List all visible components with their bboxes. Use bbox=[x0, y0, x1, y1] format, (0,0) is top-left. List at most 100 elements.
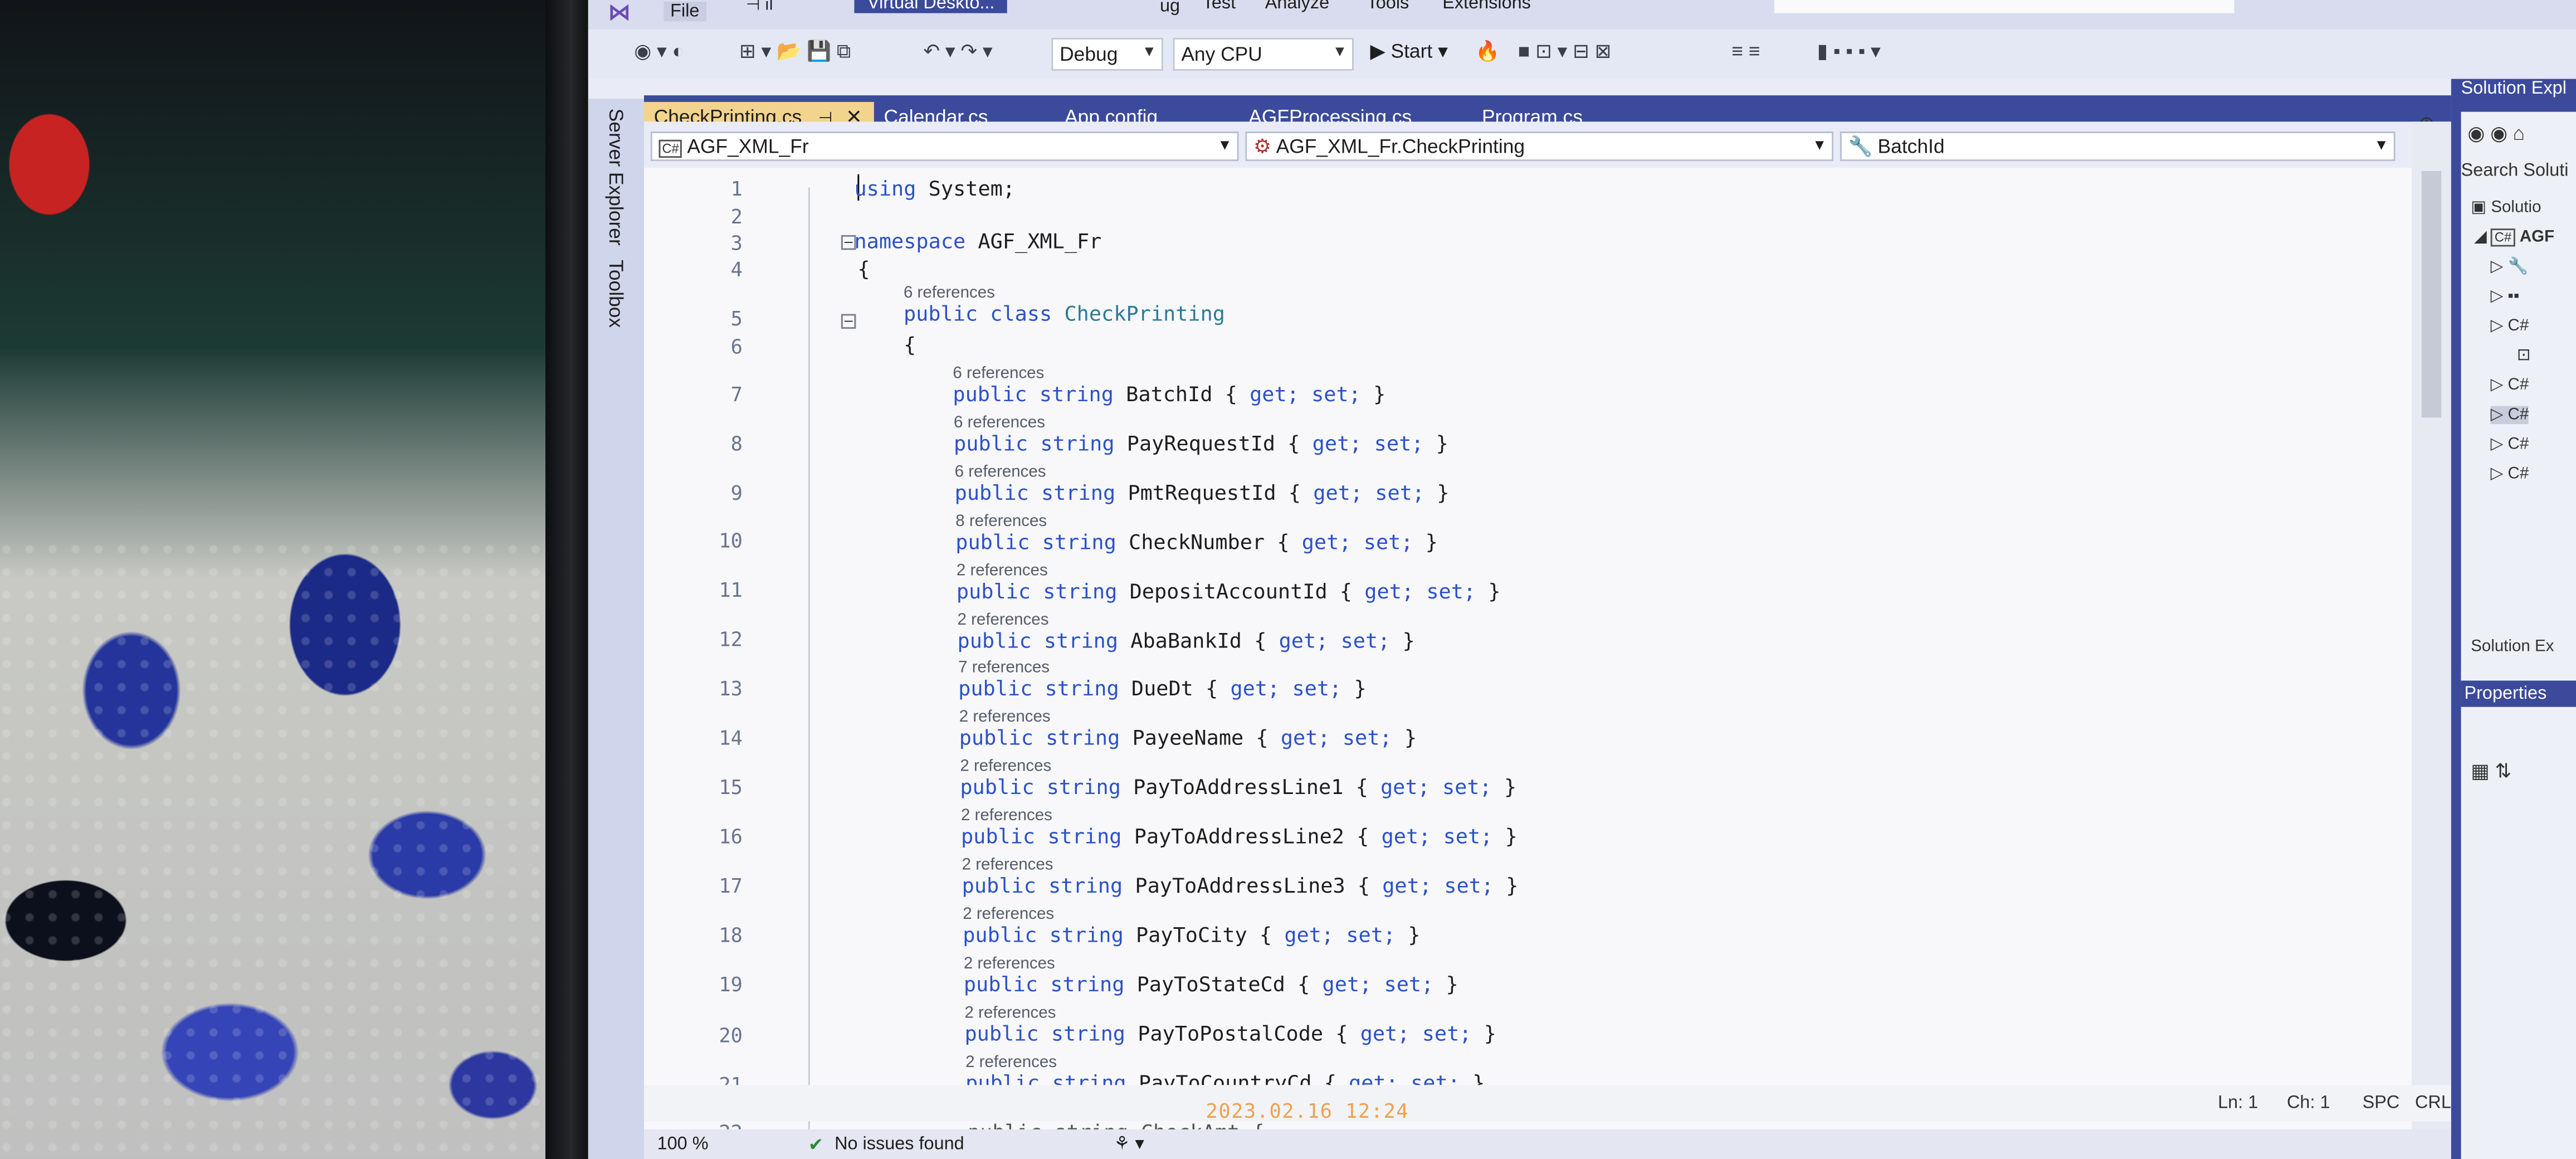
property-references[interactable]: 2 references bbox=[957, 562, 1048, 580]
solution-search-input[interactable]: Search Soluti bbox=[2461, 161, 2569, 181]
issues-status[interactable]: No issues found bbox=[835, 1134, 964, 1154]
line-number: 9 bbox=[730, 481, 743, 505]
spacing-indicator[interactable]: SPC bbox=[2363, 1093, 2400, 1113]
class-references[interactable]: 6 references bbox=[904, 284, 995, 302]
property-references[interactable]: 6 references bbox=[955, 463, 1046, 481]
tree-node-file[interactable]: ▷ C# bbox=[2490, 406, 2529, 425]
project-dropdown[interactable]: C# AGF_XML_Fr ▼ bbox=[650, 132, 1239, 162]
property-declaration: public string PayToStateCd { get; set; } bbox=[963, 971, 1458, 996]
wrench-icon: 🔧 bbox=[1848, 134, 1873, 158]
property-references[interactable]: 2 references bbox=[965, 1053, 1057, 1071]
menu-tools[interactable]: Tools bbox=[1367, 0, 1409, 13]
property-references[interactable]: 2 references bbox=[960, 758, 1051, 776]
property-references[interactable]: 7 references bbox=[958, 660, 1050, 678]
line-number: 7 bbox=[730, 383, 743, 406]
visual-studio-logo-icon: ⋈ bbox=[608, 0, 631, 27]
line-number: 12 bbox=[719, 628, 743, 651]
member-dropdown[interactable]: 🔧 BatchId ▼ bbox=[1840, 132, 2396, 162]
property-references[interactable]: 2 references bbox=[962, 856, 1053, 874]
toolbox-icon[interactable]: ■ ⊡ ▾ ⊟ ⊠ bbox=[1518, 40, 1611, 62]
line-number: 20 bbox=[719, 1024, 743, 1048]
categorized-icon[interactable]: ▦ ⇅ bbox=[2471, 759, 2511, 782]
class-icon: ⚙ bbox=[1253, 134, 1271, 158]
project-node[interactable]: ◢ C# AGF bbox=[2474, 228, 2554, 247]
property-declaration: public string PayToAddressLine1 { get; s… bbox=[960, 775, 1517, 800]
property-declaration: public string DueDt { get; set; } bbox=[958, 676, 1367, 702]
property-references[interactable]: 8 references bbox=[955, 513, 1047, 530]
attach-icon[interactable]: 🔥 bbox=[1475, 40, 1500, 62]
navigation-bar: C# AGF_XML_Fr ▼ ⚙ AGF_XML_Fr.CheckPrinting ▼… bbox=[644, 112, 2451, 168]
solution-explorer-footer-tab[interactable]: Solution Ex bbox=[2471, 638, 2554, 656]
menu-file[interactable]: File bbox=[663, 1, 706, 22]
background-photo bbox=[0, 0, 559, 1159]
pin-icon[interactable]: ⊣ ıl bbox=[746, 0, 773, 15]
properties-body bbox=[2461, 670, 2576, 1159]
gutter-divider bbox=[808, 187, 810, 1129]
property-references[interactable]: 2 references bbox=[961, 807, 1052, 825]
vertical-scrollbar[interactable] bbox=[2412, 121, 2451, 1129]
solution-node[interactable]: ▣ Solutio bbox=[2471, 199, 2541, 217]
tree-node-file[interactable]: ▷ C# bbox=[2491, 377, 2529, 395]
git-icon[interactable]: ⚘ ▾ bbox=[1114, 1133, 1144, 1154]
code-line-6: { bbox=[903, 332, 916, 357]
tree-node-references[interactable]: ▷ ▪▪ bbox=[2491, 288, 2520, 305]
property-references[interactable]: 2 references bbox=[958, 611, 1049, 629]
property-declaration: public string BatchId { get; set; } bbox=[953, 381, 1386, 406]
line-number: 2 bbox=[730, 205, 743, 229]
line-number: 4 bbox=[730, 258, 743, 281]
code-editor[interactable]: 12345678910111213141516171819202122 usin… bbox=[644, 167, 2451, 1129]
line-number: 17 bbox=[719, 874, 743, 898]
code-line-5: public class CheckPrinting bbox=[903, 300, 1226, 326]
property-references[interactable]: 2 references bbox=[959, 709, 1051, 727]
tree-node-config[interactable]: ⊡ bbox=[2517, 347, 2531, 365]
menu-test[interactable]: Test bbox=[1203, 0, 1236, 13]
property-declaration: public string PmtRequestId { get; set; } bbox=[954, 479, 1450, 505]
zoom-level[interactable]: 100 % bbox=[657, 1134, 709, 1154]
property-references[interactable]: 2 references bbox=[963, 905, 1054, 923]
code-line-3: namespace AGF_XML_Fr bbox=[854, 228, 1102, 254]
start-button[interactable]: ▶ Start ▾ bbox=[1370, 40, 1447, 62]
server-explorer-tab[interactable]: Server Explorer bbox=[604, 109, 627, 246]
home-icon[interactable]: ◉ ◉ ⌂ bbox=[2467, 121, 2525, 144]
search-box[interactable] bbox=[1774, 0, 2235, 13]
undo-icon[interactable]: ↶ ▾ ↷ ▾ bbox=[923, 40, 992, 62]
bookmark-icon[interactable]: ▮ ▪ ▪ ▪ ▾ bbox=[1817, 40, 1881, 62]
collapse-namespace-icon[interactable]: − bbox=[841, 235, 856, 250]
code-line-1: using System; bbox=[854, 176, 1016, 201]
tree-node-file[interactable]: ▷ C# bbox=[2491, 436, 2529, 454]
class-dropdown[interactable]: ⚙ AGF_XML_Fr.CheckPrinting ▼ bbox=[1245, 132, 1834, 162]
scrollbar-thumb[interactable] bbox=[2421, 171, 2442, 418]
line-number: 16 bbox=[719, 825, 743, 849]
code-line-4: { bbox=[857, 256, 870, 281]
property-declaration: public string PayRequestId { get; set; } bbox=[954, 430, 1448, 455]
virtual-desktop-tab[interactable]: Virtual Deskto... bbox=[854, 0, 1008, 13]
tree-node-file[interactable]: ▷ C# bbox=[2491, 317, 2529, 335]
collapse-class-icon[interactable]: − bbox=[841, 314, 856, 329]
solution-icon: ▣ bbox=[2471, 198, 2491, 217]
property-declaration: public string PayToAddressLine3 { get; s… bbox=[962, 873, 1519, 898]
property-declaration: public string PayeeName { get; set; } bbox=[959, 725, 1417, 751]
property-references[interactable]: 2 references bbox=[964, 955, 1055, 973]
photo-timestamp: 2023.02.16 12:24 bbox=[1206, 1099, 1409, 1123]
menu-analyze[interactable]: Analyze bbox=[1265, 0, 1329, 13]
comment-icon[interactable]: ≡ ≡ bbox=[1731, 40, 1760, 62]
back-icon[interactable]: ◉ ▾ ◐ bbox=[634, 40, 684, 62]
tree-node-properties[interactable]: ▷ 🔧 bbox=[2491, 258, 2529, 276]
tree-node-file[interactable]: ▷ C# bbox=[2491, 465, 2529, 483]
visual-studio-window: ⋈ File ⊣ ıl Virtual Deskto... ug Test An… bbox=[588, 0, 2576, 1159]
column-indicator[interactable]: Ch: 1 bbox=[2287, 1093, 2330, 1113]
property-references[interactable]: 6 references bbox=[954, 414, 1045, 432]
status-bar: 100 % ✔ No issues found ⚘ ▾ bbox=[644, 1129, 2576, 1159]
menu-debug[interactable]: ug bbox=[1160, 0, 1180, 17]
property-references[interactable]: 2 references bbox=[964, 1004, 1056, 1022]
new-project-icon[interactable]: ⊞ ▾ 📂 💾 ⧉ bbox=[739, 40, 851, 64]
line-number: 15 bbox=[719, 776, 743, 799]
monitor-bezel bbox=[545, 0, 588, 1159]
configuration-dropdown[interactable]: Debug ▼ bbox=[1051, 37, 1163, 71]
platform-dropdown[interactable]: Any CPU ▼ bbox=[1173, 37, 1354, 71]
line-indicator[interactable]: Ln: 1 bbox=[2218, 1093, 2258, 1113]
solution-explorer-panel: Solution Expl ◉ ◉ ⌂ Search Soluti ▣ Solu… bbox=[2451, 79, 2576, 1159]
property-references[interactable]: 6 references bbox=[953, 365, 1044, 383]
menu-extensions[interactable]: Extensions bbox=[1442, 0, 1531, 13]
toolbox-tab[interactable]: Toolbox bbox=[604, 260, 627, 328]
